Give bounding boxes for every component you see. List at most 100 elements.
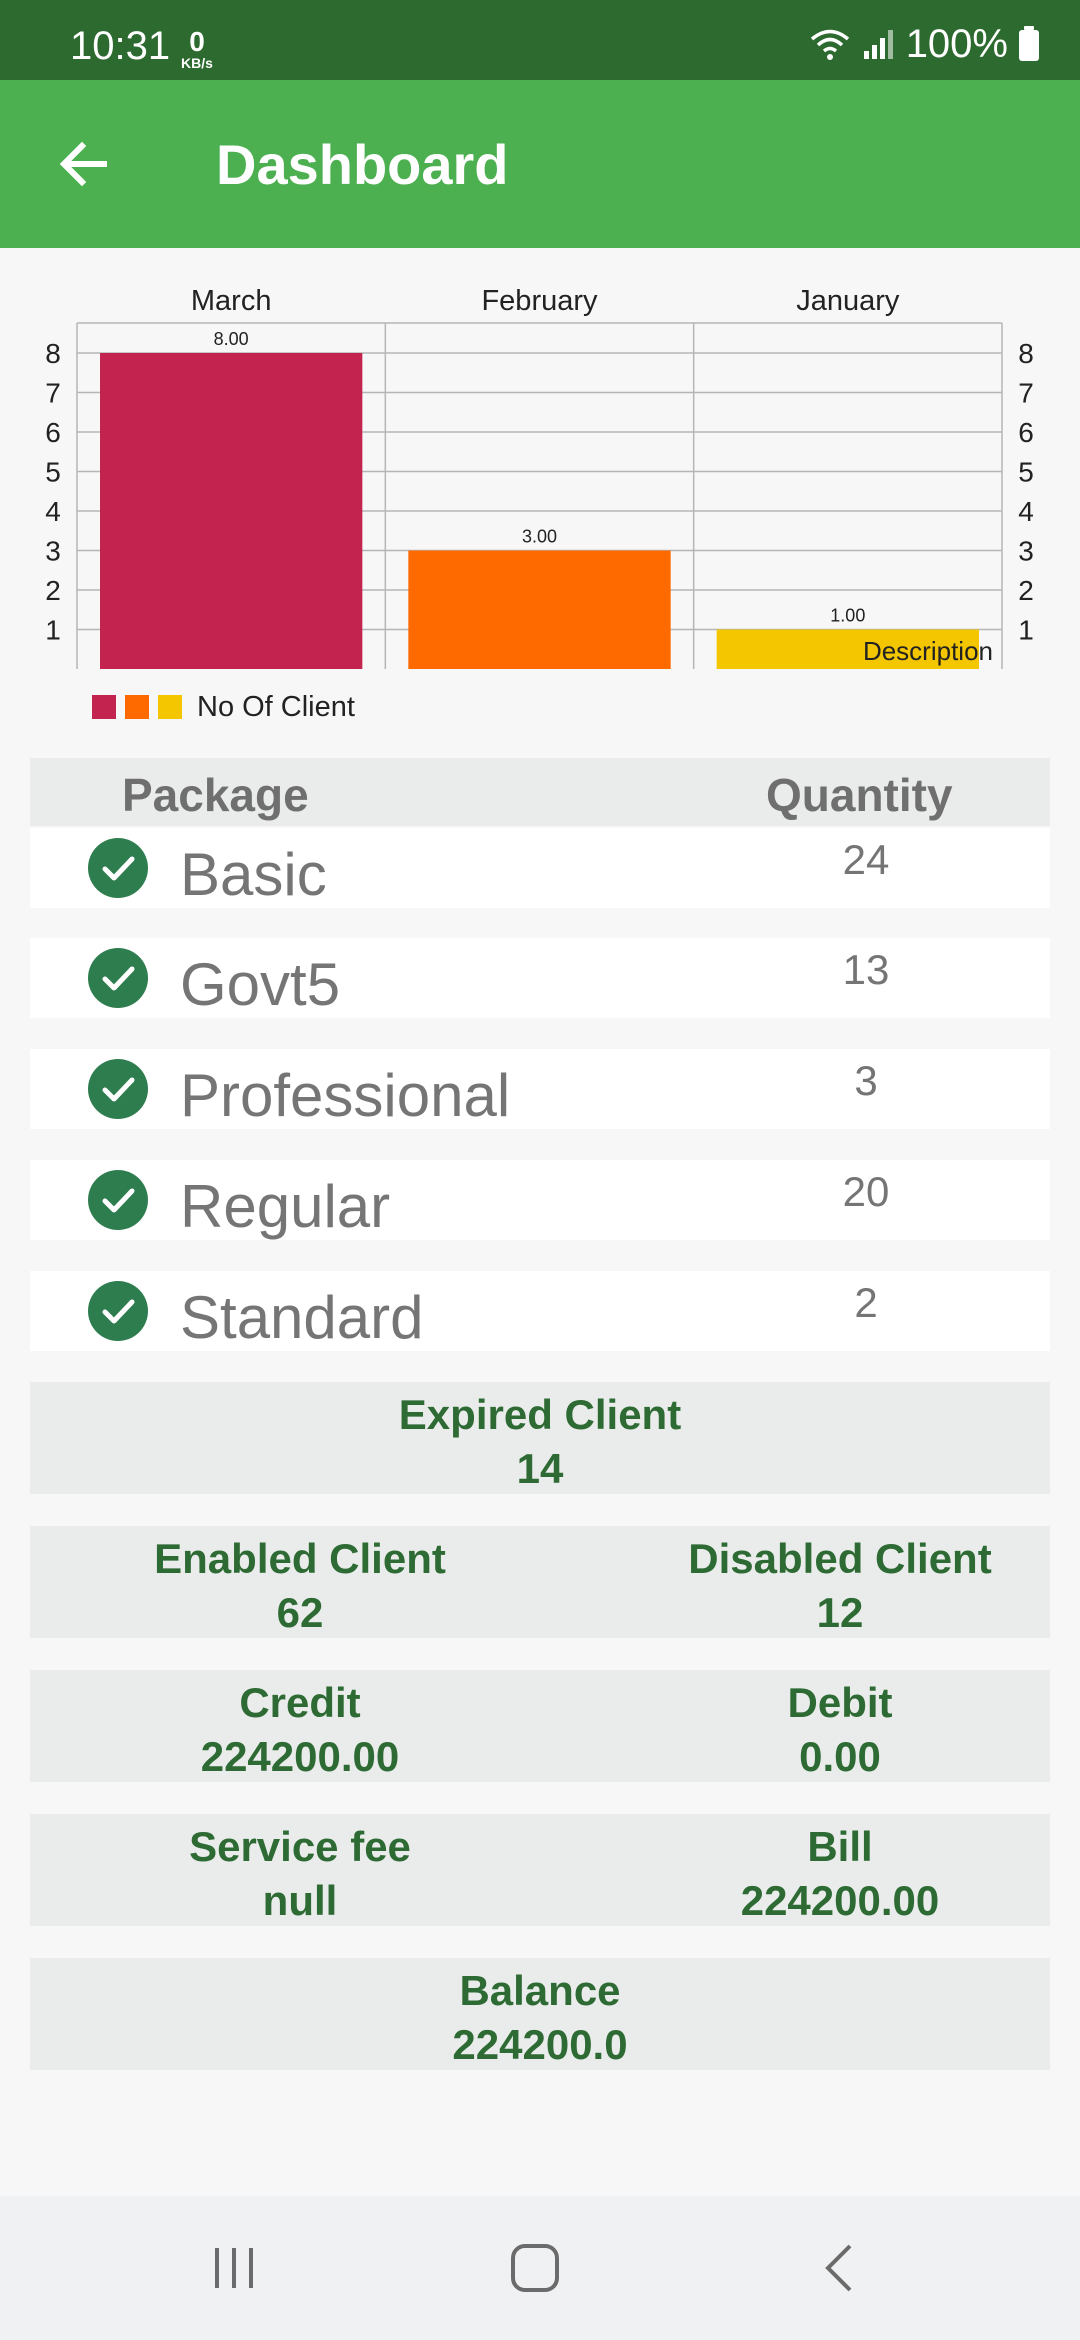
package-name: Basic <box>180 841 327 908</box>
y-tick-label-right: 5 <box>1018 457 1034 488</box>
legend-swatch <box>92 695 116 719</box>
package-row-standard[interactable]: Standard 2 <box>30 1271 1050 1351</box>
enabled-client-label: Enabled Client <box>154 1535 446 1582</box>
check-circle-icon <box>88 838 148 898</box>
y-tick-label-left: 8 <box>45 338 61 369</box>
y-tick-label-right: 7 <box>1018 378 1034 409</box>
y-tick-label-right: 4 <box>1018 496 1034 527</box>
legend-label: No Of Client <box>197 690 355 723</box>
bill-label: Bill <box>807 1823 873 1870</box>
disabled-client-value: 12 <box>816 1589 864 1636</box>
y-tick-label-right: 2 <box>1018 575 1034 606</box>
service-fee-label: Service fee <box>189 1823 411 1870</box>
y-tick-label-left: 6 <box>45 417 61 448</box>
credit-stat: Credit 224200.00 <box>30 1676 570 1784</box>
home-icon <box>511 2244 559 2292</box>
debit-label: Debit <box>787 1679 893 1726</box>
package-row-basic[interactable]: Basic 24 <box>30 828 1050 908</box>
y-tick-label-right: 3 <box>1018 536 1034 567</box>
battery-percent: 100% <box>905 21 1008 66</box>
legend-swatch <box>125 695 149 719</box>
signal-icon <box>863 30 893 59</box>
network-speed: 0 KB/s <box>174 26 220 71</box>
package-quantity: 2 <box>854 1279 878 1326</box>
expired-client-value: 14 <box>516 1445 564 1492</box>
check-circle-icon <box>88 1059 148 1119</box>
wifi-icon <box>810 29 849 60</box>
y-tick-label-left: 1 <box>45 615 61 646</box>
legend-swatch <box>158 695 182 719</box>
package-name: Standard <box>180 1284 424 1351</box>
check-circle-icon <box>88 1170 148 1230</box>
bill-stat: Bill 224200.00 <box>570 1820 1080 1928</box>
balance-label: Balance <box>459 1967 621 2014</box>
service-fee-stat: Service fee null <box>30 1820 570 1928</box>
y-tick-label-left: 4 <box>45 496 61 527</box>
expired-client-stat: Expired Client 14 <box>30 1388 1050 1496</box>
enabled-client-stat: Enabled Client 62 <box>30 1532 570 1640</box>
chevron-left-icon <box>825 2244 852 2292</box>
package-quantity: 24 <box>842 836 890 883</box>
balance-stat: Balance 224200.0 <box>30 1964 1050 2072</box>
bill-value: 224200.00 <box>740 1877 940 1924</box>
package-row-regular[interactable]: Regular 20 <box>30 1160 1050 1240</box>
check-circle-icon <box>88 948 148 1008</box>
chart-legend: No Of Client <box>92 690 355 724</box>
recent-apps-button[interactable] <box>194 2236 274 2300</box>
fee-bill-box: Service fee null Bill 224200.00 <box>30 1814 1050 1926</box>
chart-svg: 1 1 2 2 3 3 4 4 5 5 6 6 7 7 8 8 March 8.00 February 3.00 Jan… <box>45 285 1034 669</box>
package-name: Professional <box>180 1062 511 1129</box>
credit-label: Credit <box>239 1679 361 1726</box>
client-status-box: Enabled Client 62 Disabled Client 12 <box>30 1526 1050 1638</box>
category-label-january: January <box>796 285 900 317</box>
disabled-client-label: Disabled Client <box>688 1535 992 1582</box>
debit-stat: Debit 0.00 <box>570 1676 1080 1784</box>
y-tick-label-left: 2 <box>45 575 61 606</box>
category-label-march: March <box>191 285 272 317</box>
y-tick-label-right: 1 <box>1018 615 1034 646</box>
package-quantity: 20 <box>842 1168 890 1215</box>
y-tick-label-right: 6 <box>1018 417 1034 448</box>
balance-value: 224200.0 <box>452 2021 628 2068</box>
y-tick-label-left: 7 <box>45 378 61 409</box>
balance-box: Balance 224200.0 <box>30 1958 1050 2070</box>
package-column-header: Package <box>122 769 309 821</box>
client-bar-chart: 1 1 2 2 3 3 4 4 5 5 6 6 7 7 8 8 March 8.00 February 3.00 Jan… <box>0 270 1080 740</box>
value-label-march: 8.00 <box>214 329 249 349</box>
value-label-february: 3.00 <box>522 527 557 547</box>
status-time: 10:31 <box>70 24 171 68</box>
package-row-govt5[interactable]: Govt5 13 <box>30 938 1050 1018</box>
network-speed-unit: KB/s <box>181 55 213 71</box>
package-quantity: 3 <box>854 1057 878 1104</box>
package-row-professional[interactable]: Professional 3 <box>30 1049 1050 1129</box>
back-button[interactable] <box>44 124 124 204</box>
arrow-back-icon <box>59 141 107 187</box>
credit-debit-box: Credit 224200.00 Debit 0.00 <box>30 1670 1050 1782</box>
status-bar: 10:31 0 KB/s 100% <box>0 0 1080 80</box>
package-quantity: 13 <box>842 946 890 993</box>
home-button[interactable] <box>495 2236 575 2300</box>
debit-value: 0.00 <box>799 1733 881 1780</box>
disabled-client-stat: Disabled Client 12 <box>570 1532 1080 1640</box>
service-fee-value: null <box>262 1877 338 1924</box>
system-nav-bar <box>0 2196 1080 2340</box>
bar-february <box>408 550 671 669</box>
y-tick-label-right: 8 <box>1018 338 1034 369</box>
status-right: 100% <box>808 22 1040 66</box>
bar-march <box>100 353 363 669</box>
system-back-button[interactable] <box>800 2236 880 2300</box>
quantity-column-header: Quantity <box>766 769 953 821</box>
page-title: Dashboard <box>216 133 509 196</box>
package-name: Regular <box>180 1173 391 1240</box>
enabled-client-value: 62 <box>276 1589 324 1636</box>
package-table-header: Package Quantity <box>30 758 1050 826</box>
battery-icon <box>1019 26 1039 61</box>
recent-apps-icon <box>215 2248 253 2288</box>
app-bar: Dashboard <box>0 80 1080 248</box>
y-tick-label-left: 3 <box>45 536 61 567</box>
category-label-february: February <box>481 285 598 317</box>
network-speed-value: 0 <box>189 26 205 57</box>
chart-description: Description <box>863 636 993 666</box>
y-tick-label-left: 5 <box>45 457 61 488</box>
expired-client-label: Expired Client <box>398 1391 682 1438</box>
